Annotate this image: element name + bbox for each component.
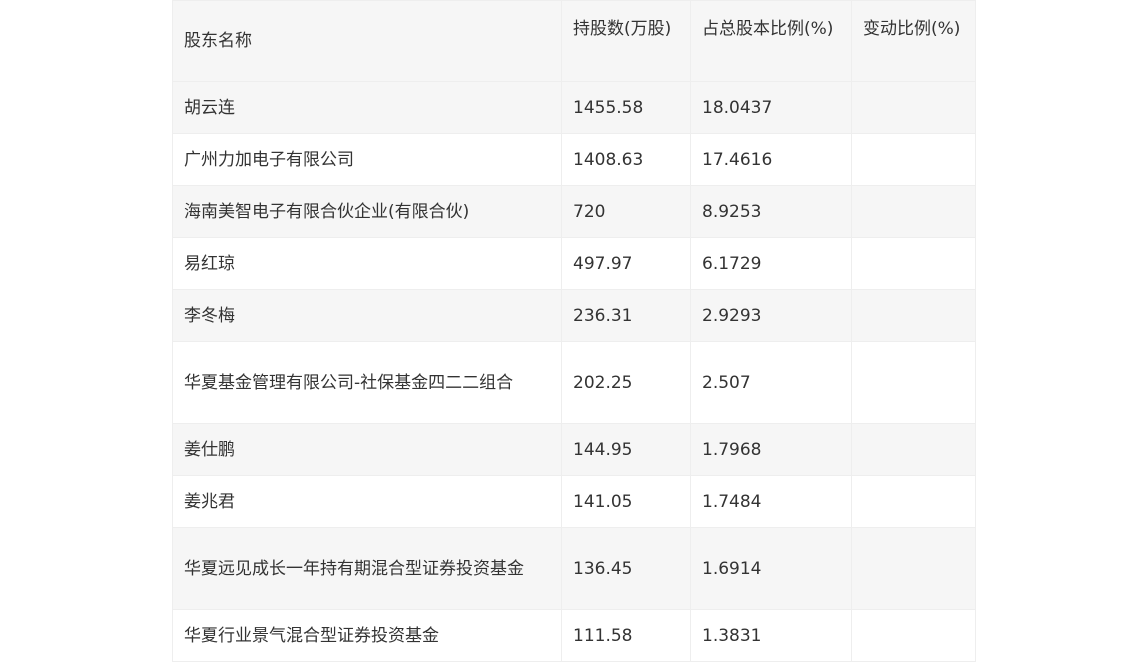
cell-shares: 136.45 <box>561 527 691 610</box>
cell-shares: 1455.58 <box>561 81 691 134</box>
cell-shareholder-name: 华夏远见成长一年持有期混合型证券投资基金 <box>172 527 562 610</box>
cell-shareholder-name: 广州力加电子有限公司 <box>172 133 562 186</box>
cell-ratio: 1.7968 <box>690 423 852 476</box>
cell-change <box>851 527 976 610</box>
cell-shareholder-name: 胡云连 <box>172 81 562 134</box>
table-row: 华夏行业景气混合型证券投资基金 111.58 1.3831 <box>172 609 976 662</box>
cell-ratio: 8.9253 <box>690 185 852 238</box>
cell-shares: 144.95 <box>561 423 691 476</box>
cell-change <box>851 609 976 662</box>
cell-shareholder-name: 李冬梅 <box>172 289 562 342</box>
cell-shareholder-name: 姜兆君 <box>172 475 562 528</box>
cell-change <box>851 475 976 528</box>
cell-change <box>851 341 976 424</box>
cell-ratio: 6.1729 <box>690 237 852 290</box>
table-row: 华夏远见成长一年持有期混合型证券投资基金 136.45 1.6914 <box>172 527 976 610</box>
table-header-row: 股东名称 持股数(万股) 占总股本比例(%) 变动比例(%) <box>172 0 976 82</box>
table-row: 姜仕鹏 144.95 1.7968 <box>172 423 976 476</box>
cell-shares: 111.58 <box>561 609 691 662</box>
cell-ratio: 2.9293 <box>690 289 852 342</box>
cell-shares: 141.05 <box>561 475 691 528</box>
cell-shares: 497.97 <box>561 237 691 290</box>
header-ratio: 占总股本比例(%) <box>690 0 852 82</box>
cell-shares: 202.25 <box>561 341 691 424</box>
table-row: 姜兆君 141.05 1.7484 <box>172 475 976 528</box>
table-row: 海南美智电子有限合伙企业(有限合伙) 720 8.9253 <box>172 185 976 238</box>
cell-shares: 1408.63 <box>561 133 691 186</box>
cell-ratio: 1.6914 <box>690 527 852 610</box>
cell-shareholder-name: 华夏基金管理有限公司-社保基金四二二组合 <box>172 341 562 424</box>
cell-shares: 720 <box>561 185 691 238</box>
header-shareholder-name: 股东名称 <box>172 0 562 82</box>
cell-ratio: 17.4616 <box>690 133 852 186</box>
cell-shareholder-name: 姜仕鹏 <box>172 423 562 476</box>
cell-change <box>851 133 976 186</box>
table-row: 华夏基金管理有限公司-社保基金四二二组合 202.25 2.507 <box>172 341 976 424</box>
cell-shareholder-name: 海南美智电子有限合伙企业(有限合伙) <box>172 185 562 238</box>
table-row: 广州力加电子有限公司 1408.63 17.4616 <box>172 133 976 186</box>
cell-change <box>851 81 976 134</box>
cell-change <box>851 423 976 476</box>
cell-ratio: 18.0437 <box>690 81 852 134</box>
shareholder-table-container: 股东名称 持股数(万股) 占总股本比例(%) 变动比例(%) 胡云连 1455.… <box>172 0 976 662</box>
cell-change <box>851 289 976 342</box>
table-row: 易红琼 497.97 6.1729 <box>172 237 976 290</box>
shareholder-table: 股东名称 持股数(万股) 占总股本比例(%) 变动比例(%) 胡云连 1455.… <box>172 0 976 662</box>
table-row: 胡云连 1455.58 18.0437 <box>172 81 976 134</box>
header-change: 变动比例(%) <box>851 0 976 82</box>
header-shares: 持股数(万股) <box>561 0 691 82</box>
cell-shareholder-name: 华夏行业景气混合型证券投资基金 <box>172 609 562 662</box>
cell-shares: 236.31 <box>561 289 691 342</box>
cell-ratio: 2.507 <box>690 341 852 424</box>
cell-shareholder-name: 易红琼 <box>172 237 562 290</box>
cell-change <box>851 185 976 238</box>
table-row: 李冬梅 236.31 2.9293 <box>172 289 976 342</box>
cell-ratio: 1.7484 <box>690 475 852 528</box>
cell-ratio: 1.3831 <box>690 609 852 662</box>
cell-change <box>851 237 976 290</box>
